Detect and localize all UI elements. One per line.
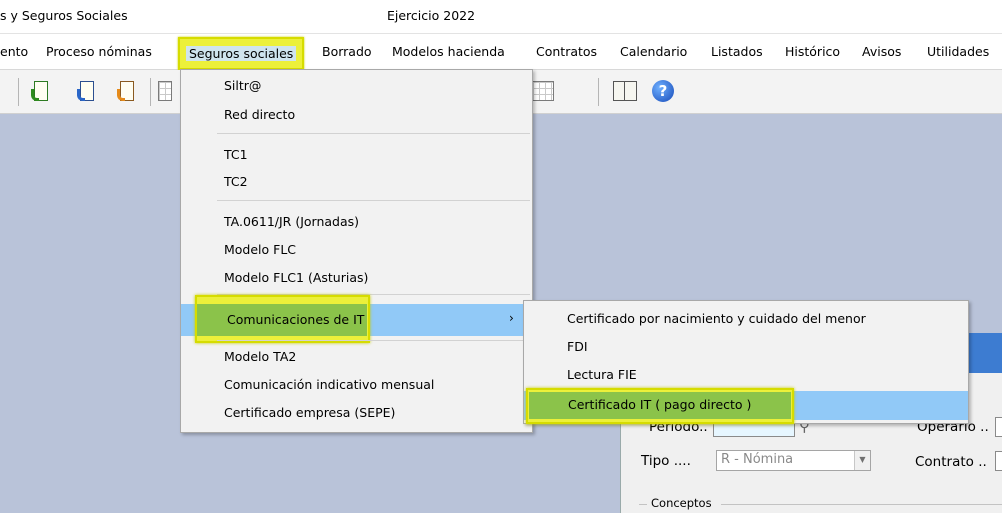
menu-listados[interactable]: Listados [711,44,763,59]
menu-contratos[interactable]: Contratos [536,44,597,59]
import-green-icon[interactable] [30,80,52,104]
conceptos-label: Conceptos [651,496,712,510]
tipo-value: R - Nómina [721,452,794,467]
menu-item-label: Modelo FLC1 (Asturias) [224,270,369,285]
menu-modelos-hacienda[interactable]: Modelos hacienda [392,44,505,59]
menu-historico[interactable]: Histórico [785,44,840,59]
book-icon[interactable] [613,81,637,101]
menu-seguros-sociales-label: Seguros sociales [186,46,297,61]
arrow-icon [77,89,85,101]
menu-item-comunicacion-indicativo[interactable]: Comunicación indicativo mensual [181,377,532,397]
group-line [721,504,1002,505]
menu-item-siltra[interactable]: Siltr@ [181,78,532,98]
menu-seguros-sociales[interactable]: Seguros sociales [178,37,305,70]
menu-avisos[interactable]: Avisos [862,44,901,59]
menu-item-label: TC2 [224,174,248,189]
menu-item-modelo-ta2[interactable]: Modelo TA2 [181,349,532,369]
menu-item-label: Comunicaciones de IT [227,312,365,327]
menu-item-ta0611[interactable]: TA.0611/JR (Jornadas) [181,214,532,234]
menu-item-modelo-flc1[interactable]: Modelo FLC1 (Asturias) [181,270,532,290]
menu-item-label: Lectura FIE [567,367,637,382]
menu-item-label: TA.0611/JR (Jornadas) [224,214,360,229]
menu-item-label: TC1 [224,147,248,162]
title-bar: s y Seguros Sociales Ejercicio 2022 [0,0,1002,34]
contrato-label: Contrato .. [915,454,987,470]
menu-item-label: Modelo TA2 [224,349,297,364]
menu-borrado[interactable]: Borrado [322,44,372,59]
arrow-icon [31,89,39,101]
menu-item-tc1[interactable]: TC1 [181,147,532,167]
menu-item-certificado-sepe[interactable]: Certificado empresa (SEPE) [181,405,532,425]
menu-mantenimiento[interactable]: ento [0,44,28,59]
import-orange-icon[interactable] [116,80,138,104]
menu-item-lectura-fie[interactable]: Lectura FIE [524,367,968,387]
menu-item-red-directo[interactable]: Red directo [181,107,532,127]
menu-separator [217,340,530,341]
comunicaciones-it-submenu: Certificado por nacimiento y cuidado del… [523,300,969,424]
menu-bar: ento Proceso nóminas Seguros sociales Bo… [0,34,1002,70]
group-line [639,504,647,505]
menu-item-fdi[interactable]: FDI [524,339,968,359]
menu-item-label: Siltr@ [224,78,262,93]
calculator-icon[interactable] [158,81,172,101]
menu-item-certificado-nacimiento[interactable]: Certificado por nacimiento y cuidado del… [524,311,968,331]
menu-item-modelo-flc[interactable]: Modelo FLC [181,242,532,262]
tipo-label: Tipo .... [641,453,691,469]
help-icon[interactable]: ? [652,80,674,102]
menu-item-certificado-it[interactable]: Certificado IT ( pago directo ) [524,388,968,424]
exercise-year: Ejercicio 2022 [387,8,476,23]
operario-input[interactable] [995,417,1002,437]
submenu-arrow-icon: › [509,311,514,325]
toolbar-separator [150,78,151,106]
menu-item-label: Certificado empresa (SEPE) [224,405,396,420]
toolbar-separator [18,78,19,106]
menu-proceso-nominas[interactable]: Proceso nóminas [46,44,152,59]
menu-utilidades[interactable]: Utilidades [927,44,989,59]
tipo-select[interactable]: R - Nómina ▼ [716,450,871,471]
seguros-sociales-menu: Siltr@ Red directo TC1 TC2 TA.0611/JR (J… [180,69,533,433]
menu-item-tc2[interactable]: TC2 [181,174,532,194]
menu-item-label: Comunicación indicativo mensual [224,377,435,392]
window-title: s y Seguros Sociales [0,8,128,23]
menu-item-label: Certificado IT ( pago directo ) [568,397,752,412]
import-blue-icon[interactable] [76,80,98,104]
menu-item-label: Red directo [224,107,296,122]
arrow-icon [117,89,125,101]
toolbar-separator [598,78,599,106]
menu-calendario[interactable]: Calendario [620,44,687,59]
menu-item-label: Certificado por nacimiento y cuidado del… [567,311,866,326]
menu-separator [217,200,530,201]
chevron-down-icon[interactable]: ▼ [854,451,870,470]
contrato-input[interactable] [995,451,1002,471]
menu-item-label: FDI [567,339,588,354]
menu-item-label: Modelo FLC [224,242,297,257]
menu-item-comunicaciones-it[interactable]: Comunicaciones de IT › [181,295,532,343]
grid-icon[interactable] [532,81,554,101]
menu-separator [217,133,530,134]
